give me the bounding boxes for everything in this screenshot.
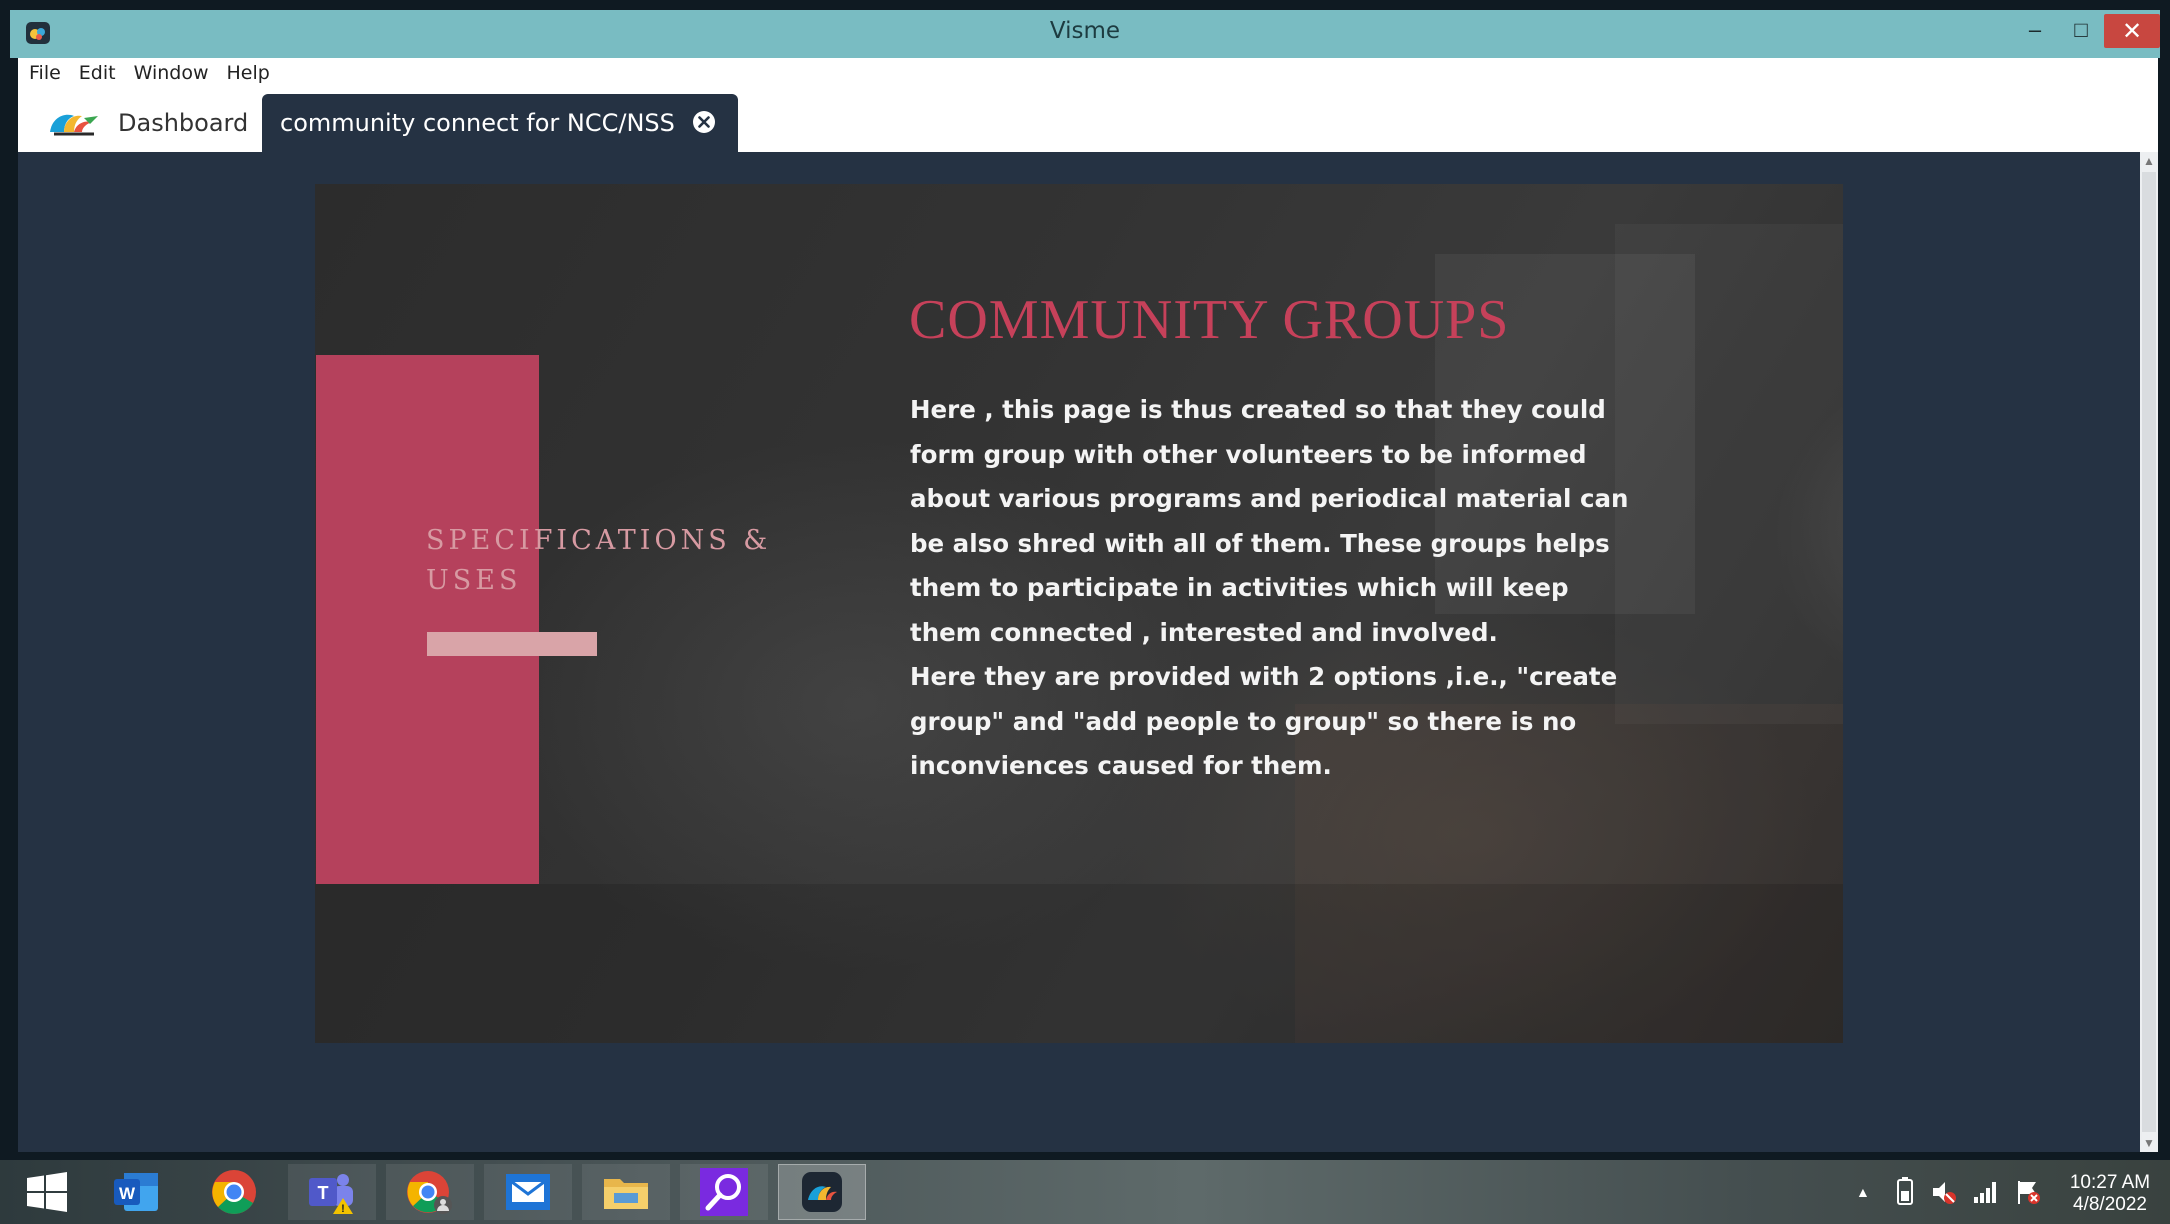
menu-bar: File Edit Window Help	[18, 58, 2158, 94]
taskbar-chrome[interactable]	[190, 1164, 278, 1220]
slide-title: COMMUNITY GROUPS	[909, 289, 1510, 351]
svg-text:W: W	[119, 1184, 136, 1203]
side-heading-underline	[427, 632, 597, 656]
slide-body: Here , this page is thus created so that…	[910, 388, 1630, 789]
clock-time: 10:27 AM	[2069, 1172, 2151, 1193]
vertical-scrollbar[interactable]: ▲ ▼	[2140, 152, 2158, 1152]
scroll-up-icon[interactable]: ▲	[2140, 152, 2158, 170]
paragraph-2: Here they are provided with 2 options ,i…	[910, 662, 1618, 780]
chrome-icon	[212, 1170, 256, 1214]
visme-logo-icon	[50, 114, 98, 136]
presentation-slide[interactable]: SPECIFICATIONS & USES COMMUNITY GROUPS H…	[315, 184, 1843, 1043]
windows-taskbar: W T ! ▲ 10:27 AM 4/8/2022	[0, 1160, 2170, 1224]
taskbar-teams[interactable]: T !	[288, 1164, 376, 1220]
minimize-button[interactable]: –	[2012, 10, 2058, 50]
paragraph-1: Here , this page is thus created so that…	[910, 395, 1629, 647]
scroll-down-icon[interactable]: ▼	[2140, 1134, 2158, 1152]
red-accent-block	[316, 355, 539, 884]
scroll-thumb[interactable]	[2142, 172, 2156, 1132]
show-hidden-icons-icon[interactable]: ▲	[1856, 1184, 1870, 1200]
taskbar-clock[interactable]: 10:27 AM 4/8/2022	[2050, 1172, 2170, 1216]
taskbar-search-app[interactable]	[680, 1164, 768, 1220]
mail-icon	[506, 1174, 550, 1210]
magnifier-icon	[700, 1168, 748, 1216]
close-tab-icon[interactable]	[692, 110, 716, 134]
taskbar-mail[interactable]	[484, 1164, 572, 1220]
tab-dashboard-label: Dashboard	[118, 109, 249, 137]
menu-window[interactable]: Window	[125, 58, 218, 84]
side-heading: SPECIFICATIONS & USES	[426, 525, 772, 596]
tab-project-label: community connect for NCC/NSS	[280, 109, 675, 137]
menu-file[interactable]: File	[18, 58, 70, 84]
window-title: Visme	[1049, 18, 1121, 44]
maximize-button[interactable]: □	[2058, 10, 2104, 50]
volume-muted-icon[interactable]	[1930, 1178, 1958, 1206]
svg-text:!: !	[341, 1203, 345, 1215]
close-window-button[interactable]: ✕	[2104, 14, 2160, 48]
taskbar-visme[interactable]	[778, 1164, 866, 1220]
taskbar-word[interactable]: W	[92, 1164, 180, 1220]
start-button[interactable]	[2, 1164, 92, 1220]
action-center-flag-icon[interactable]	[2014, 1178, 2042, 1206]
windows-logo-icon	[27, 1172, 67, 1212]
clock-date: 4/8/2022	[2073, 1194, 2147, 1215]
menu-help[interactable]: Help	[218, 58, 279, 84]
visme-icon	[802, 1172, 842, 1212]
network-signal-icon[interactable]	[1972, 1179, 2000, 1205]
svg-text:T: T	[318, 1183, 329, 1203]
taskbar-file-explorer[interactable]	[582, 1164, 670, 1220]
tab-dashboard[interactable]: Dashboard	[46, 94, 281, 152]
tab-project[interactable]: community connect for NCC/NSS	[262, 94, 738, 152]
teams-icon: T !	[309, 1174, 353, 1215]
menu-edit[interactable]: Edit	[70, 58, 125, 84]
folder-icon	[604, 1179, 648, 1209]
window-titlebar[interactable]: Visme – □ ✕	[10, 10, 2160, 58]
battery-icon[interactable]	[1894, 1177, 1916, 1207]
word-icon: W	[114, 1173, 158, 1211]
chrome-profile-icon	[407, 1171, 452, 1214]
tab-bar: Dashboard community connect for NCC/NSS	[18, 94, 2158, 152]
system-tray: ▲	[1856, 1160, 2042, 1224]
taskbar-chrome-profile[interactable]	[386, 1164, 474, 1220]
